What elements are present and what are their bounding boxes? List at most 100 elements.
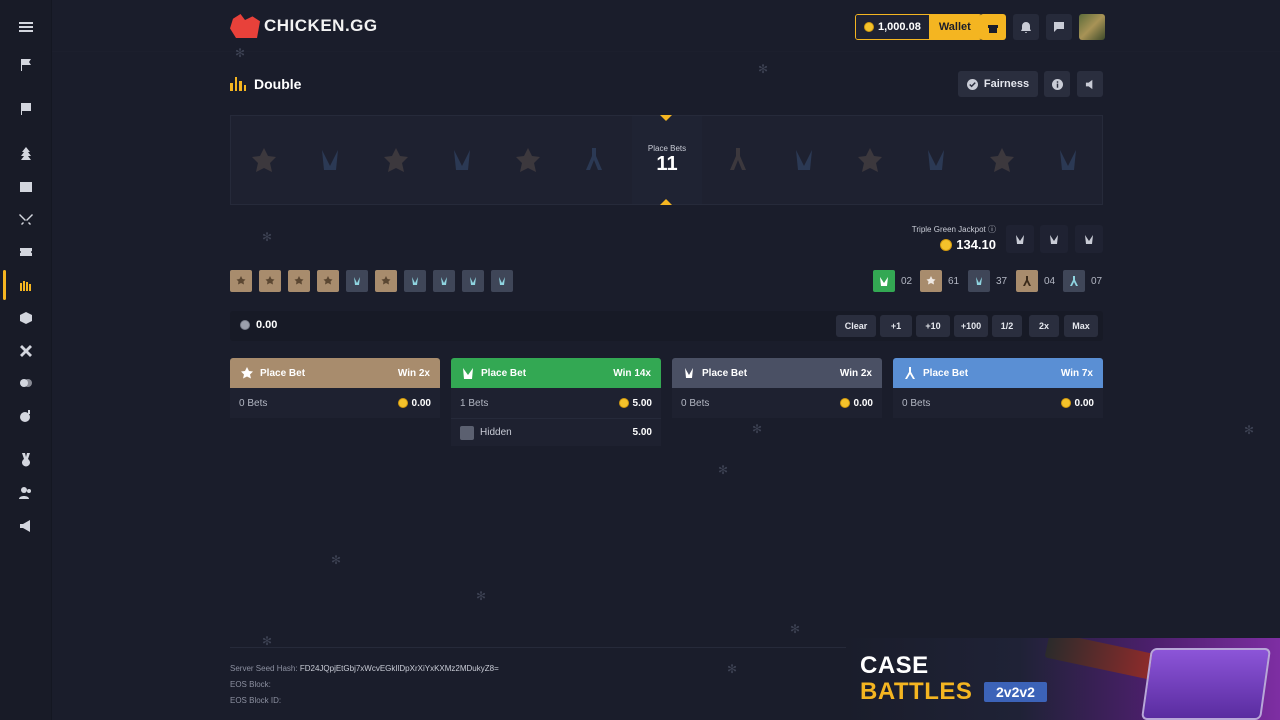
half-button[interactable]: 1/2 xyxy=(992,315,1022,337)
cube-icon[interactable] xyxy=(12,304,40,332)
megaphone-icon[interactable] xyxy=(12,512,40,540)
bell-icon[interactable] xyxy=(1013,14,1039,40)
page-title-text: Double xyxy=(254,76,302,92)
clear-button[interactable]: Clear xyxy=(836,315,876,337)
flag-icon[interactable] xyxy=(12,51,40,79)
users-icon[interactable] xyxy=(12,479,40,507)
place-bet-t-button[interactable]: Place Bet Win 2x xyxy=(230,358,440,388)
bets-count: 1 Bets xyxy=(460,397,489,409)
t-icon xyxy=(241,367,253,379)
chat-icon[interactable] xyxy=(1046,14,1072,40)
max-button[interactable]: Max xyxy=(1064,315,1098,337)
countdown-value: 11 xyxy=(656,153,678,175)
countdown-panel: Place Bets 11 xyxy=(632,116,702,204)
info-icon[interactable] xyxy=(1044,71,1070,97)
stat-ct: 37 xyxy=(968,270,1007,292)
roller-tile xyxy=(231,124,297,196)
eos-block-id: EOS Block ID: xyxy=(230,696,282,705)
coin-icon xyxy=(618,398,629,408)
bet-summary: 0 Bets 0.00 xyxy=(230,388,440,418)
win-multiplier: Win 14x xyxy=(613,367,651,379)
player-name: Hidden xyxy=(480,427,512,438)
eos-block: EOS Block: xyxy=(230,680,271,689)
place-bet-bonus-button[interactable]: Place Bet Win 7x xyxy=(893,358,1103,388)
coin-flip-icon[interactable] xyxy=(12,369,40,397)
roller-tile xyxy=(903,124,969,196)
green-chicken-icon xyxy=(873,270,895,292)
double-icon[interactable] xyxy=(12,272,40,300)
roller-tile xyxy=(495,124,561,196)
stat-t-bonus: 04 xyxy=(1016,270,1055,292)
check-icon xyxy=(966,78,978,90)
ct-bonus-icon xyxy=(1063,270,1085,292)
snowflake-icon: ✻ xyxy=(718,463,729,477)
case-battles-banner[interactable]: CASE BATTLES 2v2v2 xyxy=(846,638,1280,720)
chicken-icon xyxy=(463,368,473,379)
swords-icon[interactable] xyxy=(12,206,40,234)
stat-t: 61 xyxy=(920,270,959,292)
tree-icon[interactable] xyxy=(12,140,40,168)
gift-icon[interactable] xyxy=(980,14,1006,40)
jackpot-label-text: Triple Green Jackpot xyxy=(911,225,986,234)
balance-widget[interactable]: 1,000.08 Wallet xyxy=(855,14,982,40)
flag-outline-icon[interactable] xyxy=(12,95,40,123)
jackpot-slot-3 xyxy=(1075,225,1103,253)
roller-pointer-bottom xyxy=(660,199,672,205)
coin-icon xyxy=(240,320,250,330)
place-bet-ct-button[interactable]: Place Bet Win 2x xyxy=(672,358,882,388)
bet-summary: 0 Bets 0.00 xyxy=(672,388,882,418)
bomb-icon[interactable] xyxy=(12,402,40,430)
place-bet-label: Place Bet xyxy=(481,367,527,379)
medal-icon[interactable] xyxy=(12,446,40,474)
roller-tile xyxy=(363,124,429,196)
bets-count: 0 Bets xyxy=(239,397,268,409)
stat-ct-bonus-count: 07 xyxy=(1091,275,1103,287)
bets-count: 0 Bets xyxy=(902,397,931,409)
history-item xyxy=(317,270,339,292)
plus-100-button[interactable]: +100 xyxy=(954,315,988,337)
roller-tile xyxy=(705,124,771,196)
bets-count: 0 Bets xyxy=(681,397,710,409)
history-item xyxy=(288,270,310,292)
snowflake-icon: ✻ xyxy=(476,589,487,603)
info-small-icon[interactable]: ⓘ xyxy=(988,225,996,234)
roulette-roller: Place Bets 11 xyxy=(230,115,1103,205)
win-multiplier: Win 2x xyxy=(839,367,872,379)
ct-icon xyxy=(685,368,693,378)
bet-summary: 1 Bets 5.00 xyxy=(451,388,661,418)
coin-icon xyxy=(940,238,953,251)
jackpot-label: Triple Green Jackpot ⓘ xyxy=(880,224,996,235)
place-bet-green-button[interactable]: Place Bet Win 14x xyxy=(451,358,661,388)
t-bonus-icon xyxy=(1016,270,1038,292)
logo[interactable]: CHICKEN.GG xyxy=(230,14,378,38)
plus-10-button[interactable]: +10 xyxy=(916,315,950,337)
banner-tag: 2v2v2 xyxy=(984,682,1047,702)
fairness-button[interactable]: Fairness xyxy=(958,71,1038,97)
history-item xyxy=(404,270,426,292)
logo-text: CHICKEN.GG xyxy=(264,16,378,35)
roller-tile xyxy=(837,124,903,196)
ticket-icon[interactable] xyxy=(12,238,40,266)
balance-amount: 1,000.08 xyxy=(856,15,929,39)
stat-ct-bonus: 07 xyxy=(1063,270,1102,292)
history-item xyxy=(230,270,252,292)
stat-t-count: 61 xyxy=(948,275,960,287)
coin-icon xyxy=(864,22,874,32)
inbox-icon[interactable] xyxy=(12,173,40,201)
menu-icon[interactable] xyxy=(12,13,40,41)
player-bet-amount: 5.00 xyxy=(632,427,652,438)
plus-1-button[interactable]: +1 xyxy=(880,315,912,337)
history-item xyxy=(375,270,397,292)
bet-amount-input[interactable]: 0.00 xyxy=(240,319,277,331)
bonus-icon xyxy=(905,367,915,379)
jackpot-slot-2 xyxy=(1040,225,1068,253)
wallet-button[interactable]: Wallet xyxy=(928,15,981,39)
sound-icon[interactable] xyxy=(1077,71,1103,97)
snowflake-icon: ✻ xyxy=(758,62,769,76)
fairness-label: Fairness xyxy=(983,78,1030,90)
history-item xyxy=(491,270,513,292)
balance-value: 1,000.08 xyxy=(878,21,921,33)
avatar[interactable] xyxy=(1079,14,1105,40)
double-button[interactable]: 2x xyxy=(1029,315,1059,337)
cross-icon[interactable] xyxy=(12,337,40,365)
